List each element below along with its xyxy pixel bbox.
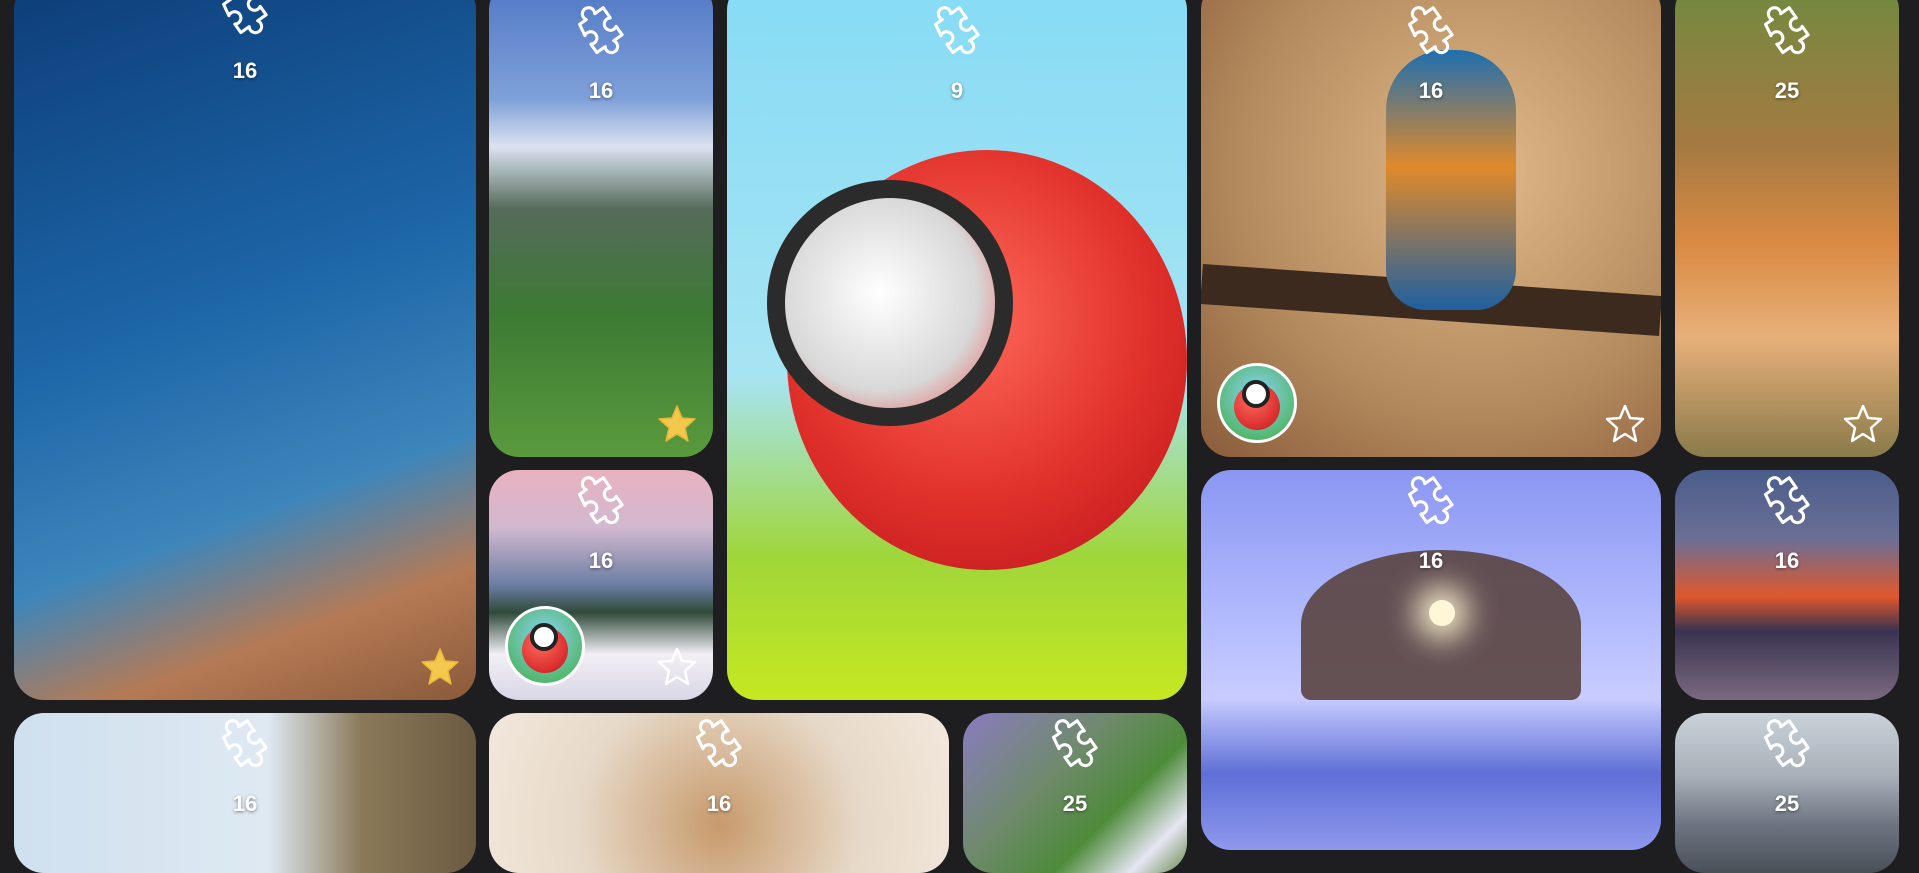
tile-kingfisher-bird[interactable]: 16 [1201,0,1661,457]
tile-red-ball-character[interactable]: 9 [727,0,1187,700]
favorite-star-icon[interactable] [1843,403,1883,443]
tile-image [14,713,476,873]
tile-red-sky-forest[interactable]: 16 [1675,470,1899,700]
favorite-star-icon[interactable] [1605,403,1645,443]
tile-image [489,0,713,457]
tile-image [1675,0,1899,457]
tile-corgi-dog[interactable]: 25 [1675,0,1899,457]
tile-image [14,0,476,700]
tile-city-skyline[interactable]: 25 [1675,713,1899,873]
tile-snowy-mountain[interactable]: 16 [489,0,713,457]
favorite-star-icon[interactable] [657,403,697,443]
bird-body [1386,50,1516,310]
tile-image [963,713,1187,873]
tile-marina-harbor[interactable]: 16 [14,0,476,700]
glasses-lens [767,180,1013,426]
favorite-star-icon[interactable] [657,646,697,686]
red-ball-avatar [1217,363,1297,443]
tile-winter-sunset-valley[interactable]: 16 [489,470,713,700]
tile-image [1675,470,1899,700]
tile-image [1675,713,1899,873]
sun [1429,600,1455,626]
red-ball-avatar [505,606,585,686]
tile-sea-cliff[interactable]: 16 [14,713,476,873]
tile-tree-grove-sunrise[interactable]: 16 [1201,470,1661,850]
tile-waterfall-valley[interactable]: 25 [963,713,1187,873]
favorite-star-icon[interactable] [420,646,460,686]
tile-woman-portrait[interactable]: 16 [489,713,949,873]
tile-image [489,713,949,873]
